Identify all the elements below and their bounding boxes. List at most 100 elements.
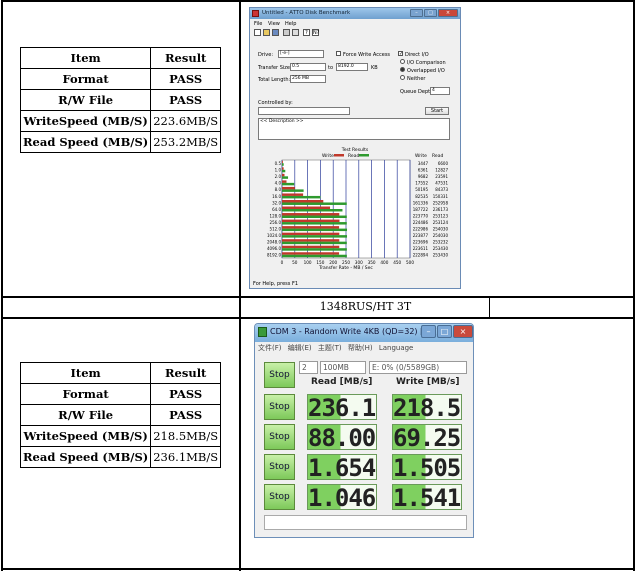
stop-4k-button[interactable]: Stop (264, 454, 295, 480)
write-value-4k: 1.505 (392, 454, 462, 482)
bar-read (282, 222, 347, 225)
drive-select[interactable]: [-e-] (278, 50, 324, 58)
neither-label: Neither (407, 76, 426, 82)
legend-read-label: Read (348, 153, 359, 159)
total-length-label: Total Length: (258, 77, 291, 83)
cdm-maximize-button[interactable]: □ (437, 325, 452, 338)
menu-view[interactable]: View (268, 21, 280, 27)
minimize-button[interactable]: – (410, 9, 423, 17)
bar-write (282, 245, 340, 249)
read-data-label: 252958 (433, 200, 449, 205)
test-results-svg: Test Results Write Read Write Read 0 50 100 150 2… (267, 147, 449, 271)
result-cell: PASS (150, 404, 222, 426)
toolbar: ? N? (252, 28, 332, 38)
direct-io-checkbox[interactable]: ✓ (398, 51, 403, 57)
cdm-minimize-button[interactable]: – (421, 325, 436, 338)
bar-write (282, 173, 285, 177)
controlled-by-select[interactable] (258, 107, 350, 115)
read-data-label: 84373 (435, 187, 448, 192)
context-help-icon[interactable]: N? (312, 29, 319, 36)
cdm-title-bar: CDM 3 - Random Write 4KB (QD=32) [2/2] –… (255, 324, 473, 342)
maximize-button[interactable]: □ (424, 9, 437, 17)
menu-help-cn[interactable]: 帮助(H) (348, 344, 373, 352)
drive-select-cdm[interactable]: E: 0% (0/5589GB) (369, 361, 467, 374)
start-button[interactable]: Start (425, 107, 449, 115)
size-select[interactable]: 100MB (320, 361, 366, 374)
bar-write (282, 186, 295, 190)
read-data-label: 236173 (433, 207, 449, 212)
cdm-app-icon (258, 327, 267, 337)
force-write-label: Force Write Access (343, 52, 391, 58)
stop-512k-button[interactable]: Stop (264, 424, 295, 450)
bar-read (282, 176, 289, 179)
table-row: WriteSpeed (MB/S) 218.5MB/S (19, 425, 222, 447)
item-cell: R/W File (19, 404, 152, 426)
save-icon[interactable] (272, 29, 279, 36)
read-data-label: 47531 (435, 181, 448, 186)
result-cell: 253.2MB/S (150, 131, 222, 153)
transfer-to-separator: to (328, 65, 334, 71)
total-length-select[interactable]: 256 MB (290, 75, 326, 83)
y-tick-label: 256.0 (270, 220, 282, 225)
caption-text: 1348RUS/HT 3T (319, 300, 412, 313)
count-select[interactable]: 2 (299, 361, 318, 374)
frame-left (1, 0, 3, 571)
read-data-label: 253123 (433, 213, 449, 218)
preview-icon[interactable] (292, 29, 299, 36)
close-button[interactable]: × (438, 9, 458, 17)
table-header-row: Item Result (19, 47, 222, 69)
cdm-window: CDM 3 - Random Write 4KB (QD=32) [2/2] –… (254, 323, 474, 538)
print-icon[interactable] (283, 29, 290, 36)
x-tick-label: 50 (292, 260, 298, 265)
open-icon[interactable] (263, 29, 270, 36)
read-value-4k: 1.654 (307, 454, 377, 482)
write-data-label: 9682 (418, 174, 429, 179)
cdm-close-button[interactable]: × (453, 325, 473, 338)
menu-language[interactable]: Language (379, 344, 414, 352)
io-comparison-radio[interactable] (400, 59, 405, 64)
stop-4kqd32-button[interactable]: Stop (264, 484, 295, 510)
help-icon[interactable]: ? (303, 29, 310, 36)
x-tick-label: 0 (281, 260, 284, 265)
bar-read (282, 189, 304, 192)
result-cell: PASS (150, 383, 222, 405)
transfer-to-select[interactable]: 8192.0 (336, 63, 368, 71)
menu-edit-cn[interactable]: 编辑(E) (288, 344, 312, 352)
read-data-label: 23591 (435, 174, 448, 179)
y-tick-label: 64.0 (272, 207, 281, 212)
overlapped-io-radio[interactable] (400, 67, 405, 72)
stop-all-button[interactable]: Stop (264, 362, 295, 388)
menu-file[interactable]: File (254, 21, 262, 27)
menu-help[interactable]: Help (285, 21, 296, 27)
menu-theme-cn[interactable]: 主题(T) (318, 344, 342, 352)
new-icon[interactable] (254, 29, 261, 36)
bar-read (282, 235, 348, 238)
controlled-by-label: Controlled by: (258, 100, 293, 106)
bar-read (282, 169, 286, 173)
x-tick-label: 450 (393, 260, 401, 265)
read-data-label: 254030 (433, 233, 449, 238)
queue-depth-select[interactable]: 4 (430, 87, 450, 95)
menu-file-cn[interactable]: 文件(F) (258, 344, 282, 352)
bar-write (282, 199, 324, 203)
overlapped-io-label: Overlapped I/O (407, 68, 445, 74)
read-value-seq: 236.1 (307, 394, 377, 422)
direct-io-label: Direct I/O (405, 52, 429, 58)
force-write-checkbox[interactable] (336, 51, 341, 56)
write-value-seq: 218.5 (392, 394, 462, 422)
cdm-comment-field[interactable] (264, 515, 467, 530)
stop-seq-button[interactable]: Stop (264, 394, 295, 420)
write-value-512k: 69.25 (392, 424, 462, 452)
neither-radio[interactable] (400, 75, 405, 80)
description-field[interactable]: << Description >> (258, 118, 450, 140)
table-row: Format PASS (19, 383, 222, 405)
bar-write (282, 213, 340, 216)
header-result: Result (150, 47, 222, 69)
read-data-label: 253430 (433, 253, 449, 258)
item-cell: WriteSpeed (MB/S) (19, 425, 152, 447)
transfer-from-select[interactable]: 0.5 (290, 63, 326, 71)
io-comparison-label: I/O Comparison (407, 60, 446, 66)
write-header: Write [MB/s] (396, 377, 460, 387)
table-header-row: Item Result (19, 362, 222, 384)
bar-read (282, 209, 343, 212)
